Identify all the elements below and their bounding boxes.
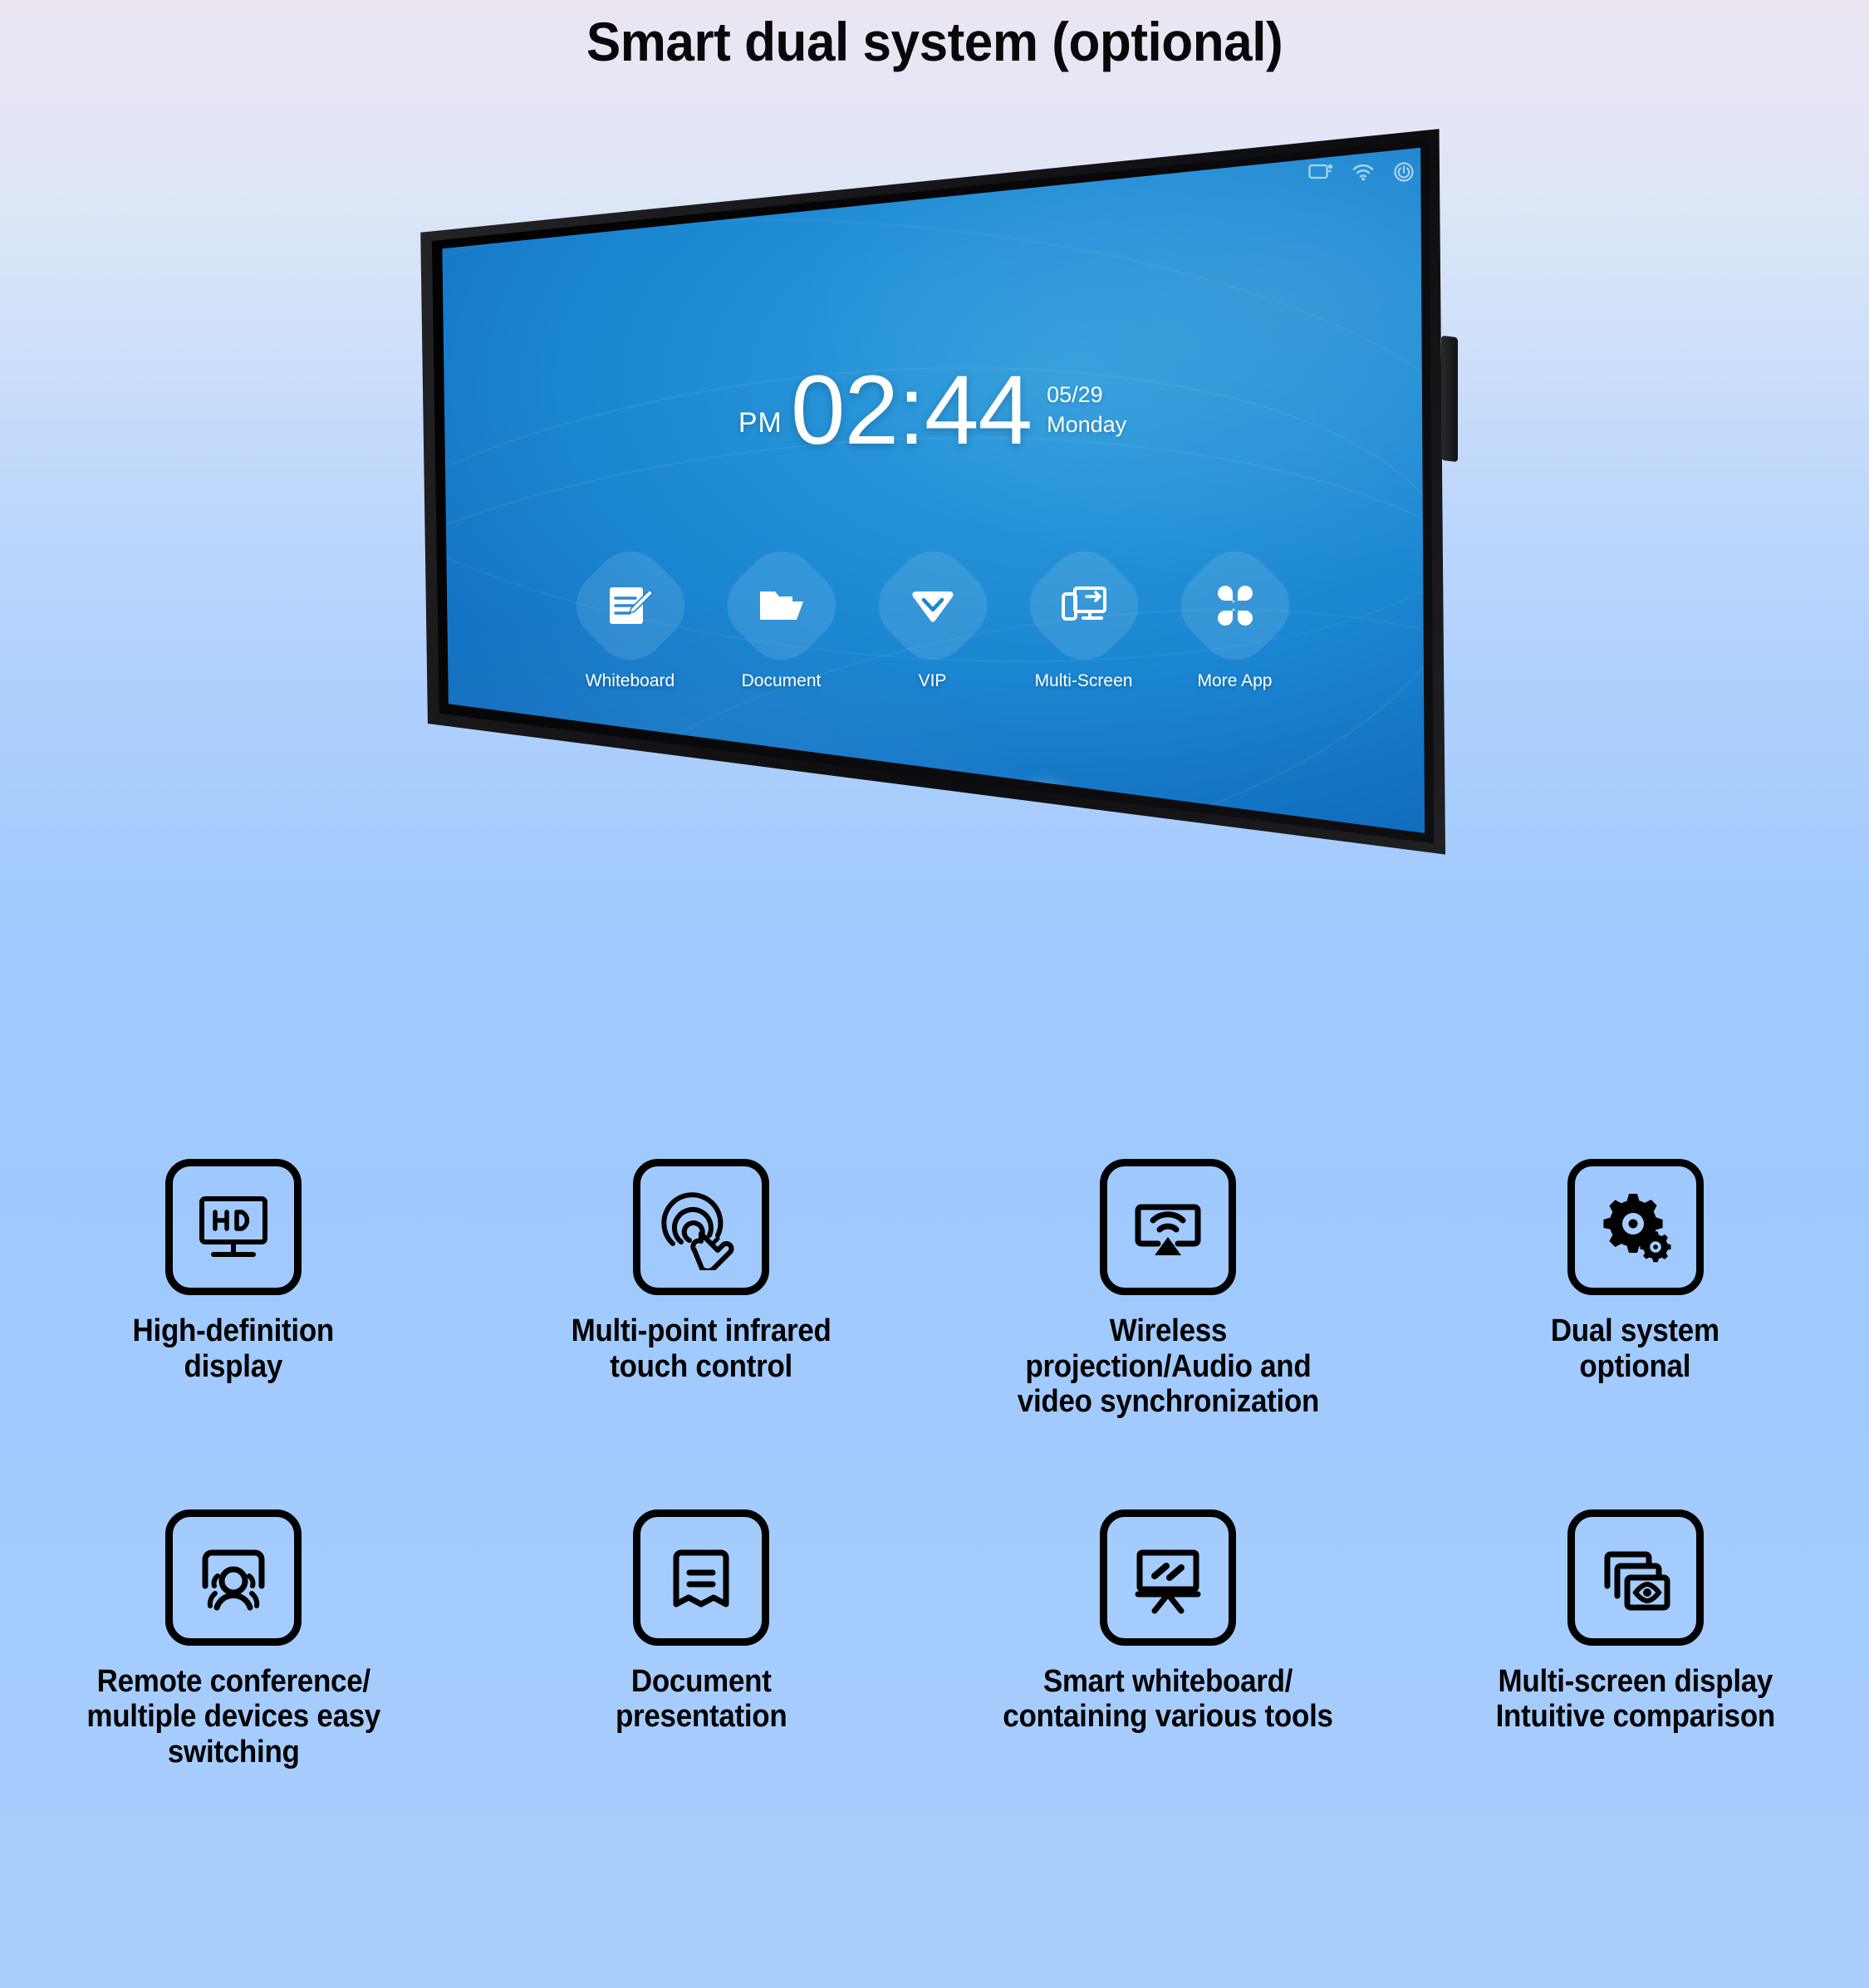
- feature-grid: High-definition display Multi-point infra…: [0, 1159, 1869, 1770]
- feature-label: Dual system optional: [1551, 1313, 1720, 1384]
- app-dock: Whiteboard Document VIP Multi-Screen Mor…: [442, 536, 1425, 691]
- feature-wireless-projection: Wireless projection/Audio and video synchr…: [934, 1159, 1402, 1420]
- app-document[interactable]: Document: [712, 536, 851, 691]
- clock-meridiem: PM: [738, 406, 782, 439]
- whiteboard-pen-icon: [609, 587, 654, 624]
- whiteboard-easel-icon: [1135, 1549, 1201, 1614]
- app-more-app[interactable]: More App: [1165, 536, 1304, 691]
- apps-grid-icon: [1217, 586, 1253, 626]
- remote-conference-icon: [202, 1549, 265, 1611]
- feature-label: Multi-screen display Intuitive comparison: [1495, 1663, 1776, 1735]
- app-whiteboard[interactable]: Whiteboard: [561, 536, 699, 691]
- feature-high-definition-display: High-definition display: [0, 1159, 468, 1420]
- feature-multi-point-touch: Multi-point infrared touch control: [468, 1159, 935, 1420]
- diamond-icon: [911, 591, 954, 622]
- icon-frame: [1100, 1509, 1237, 1646]
- dual-gears-icon: [1603, 1194, 1671, 1263]
- feature-row-1: High-definition display Multi-point infra…: [0, 1159, 1869, 1420]
- feature-label: Multi-point infrared touch control: [571, 1313, 831, 1384]
- wireless-cast-icon: [1135, 1204, 1201, 1255]
- hd-monitor-icon: [199, 1196, 268, 1257]
- feature-label: High-definition display: [133, 1313, 335, 1384]
- wifi-icon[interactable]: [1351, 162, 1375, 182]
- icon-frame: [632, 1159, 769, 1295]
- icon-frame: [1567, 1159, 1704, 1295]
- device-screen-area: PM 02:44 05/29 Monday Whiteboard Documen…: [442, 147, 1425, 932]
- device-side-port: [1441, 335, 1458, 463]
- feature-smart-whiteboard: Smart whiteboard/containing various tool…: [934, 1509, 1402, 1770]
- bezel-brand-mark: · ·: [449, 922, 463, 932]
- feature-document-presentation: Document presentation: [468, 1509, 935, 1770]
- feature-label: Wireless projection/Audio and video synchr…: [1017, 1313, 1320, 1420]
- app-label: Document: [741, 671, 822, 690]
- status-bar: [1308, 161, 1415, 183]
- app-label: More App: [1197, 671, 1273, 690]
- feature-multi-screen-display: Multi-screen display Intuitive comparison: [1402, 1509, 1869, 1770]
- document-page-icon: [673, 1549, 729, 1608]
- app-tile[interactable]: [1165, 536, 1304, 675]
- feature-dual-system: Dual system optional: [1402, 1159, 1869, 1420]
- power-icon[interactable]: [1393, 161, 1415, 183]
- feature-label: Smart whiteboard/containing various tool…: [1003, 1663, 1334, 1735]
- app-tile[interactable]: [712, 536, 851, 675]
- device-illustration: PM 02:44 05/29 Monday Whiteboard Documen…: [0, 108, 1869, 1022]
- feature-label: Document presentation: [615, 1663, 787, 1735]
- interactive-flat-panel: PM 02:44 05/29 Monday Whiteboard Documen…: [415, 125, 1458, 980]
- android-home-screen: PM 02:44 05/29 Monday Whiteboard Documen…: [442, 147, 1425, 932]
- app-multi-screen[interactable]: Multi-Screen: [1014, 536, 1153, 691]
- icon-frame: [632, 1509, 769, 1646]
- app-label: Multi-Screen: [1034, 671, 1133, 690]
- clock-date-block: 05/29 Monday: [1047, 382, 1126, 437]
- icon-frame: [1100, 1159, 1237, 1295]
- app-vip[interactable]: VIP: [863, 536, 1002, 691]
- folder-icon: [759, 591, 803, 620]
- app-tile[interactable]: [1014, 536, 1153, 675]
- screen-cast-icon[interactable]: [1308, 162, 1333, 182]
- multi-screen-icon: [1061, 587, 1106, 621]
- multi-window-eye-icon: [1604, 1551, 1670, 1611]
- feature-label: Remote conference/multiple devices easy s…: [86, 1663, 381, 1770]
- touch-gesture-icon: [661, 1192, 734, 1270]
- app-tile[interactable]: [561, 536, 699, 675]
- clock-weekday: Monday: [1047, 411, 1127, 437]
- clock-widget: PM 02:44 05/29 Monday: [442, 356, 1425, 465]
- feature-remote-conference: Remote conference/multiple devices easy s…: [0, 1509, 468, 1770]
- app-tile[interactable]: [863, 536, 1002, 675]
- icon-frame: [165, 1159, 302, 1295]
- clock-date: 05/29: [1047, 382, 1103, 408]
- clock-time: 02:44: [790, 356, 1033, 465]
- app-label: VIP: [918, 671, 947, 690]
- feature-row-2: Remote conference/multiple devices easy s…: [0, 1509, 1869, 1770]
- icon-frame: [1567, 1509, 1704, 1646]
- page-title: Smart dual system (optional): [586, 11, 1283, 72]
- icon-frame: [165, 1509, 302, 1646]
- app-label: Whiteboard: [585, 671, 675, 690]
